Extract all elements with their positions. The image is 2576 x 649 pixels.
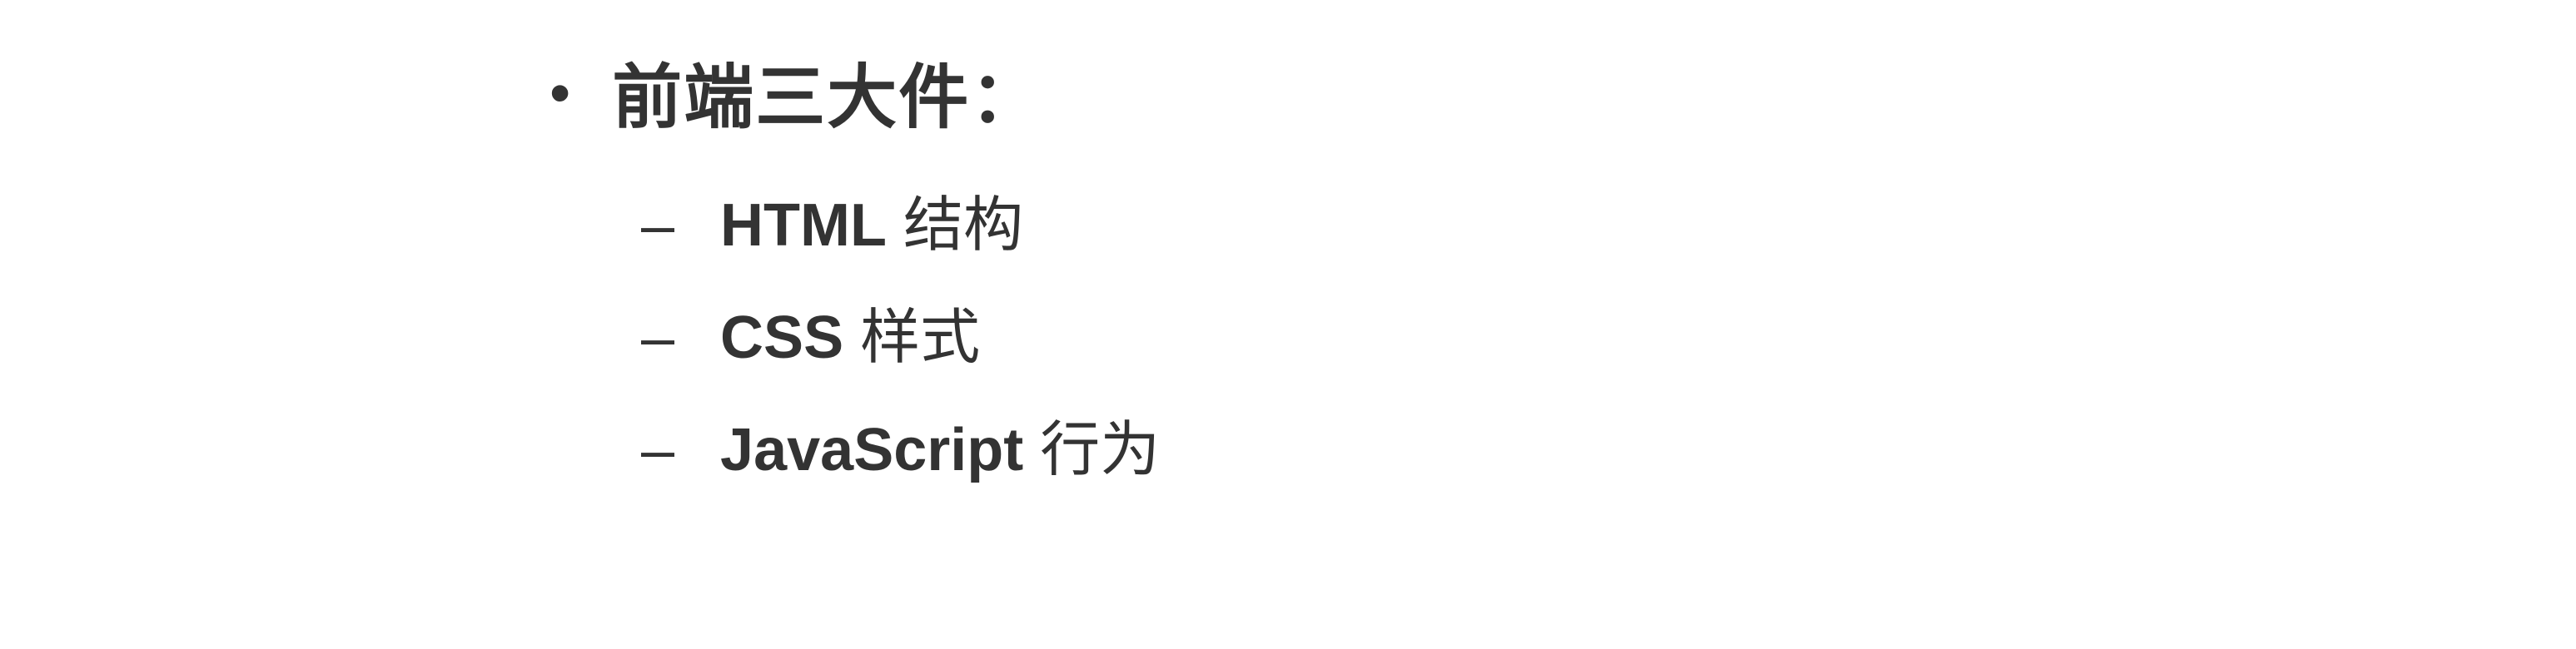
sub-list-item: – JavaScript 行为 bbox=[641, 400, 1160, 488]
sub-item-rest: 行为 bbox=[1023, 417, 1160, 483]
sub-item-bold: HTML bbox=[720, 192, 887, 259]
sub-item-text: HTML 结构 bbox=[720, 176, 1023, 263]
sub-item-rest: 样式 bbox=[843, 305, 980, 371]
sub-list: – HTML 结构 – CSS 样式 – JavaScript 行为 bbox=[641, 176, 1160, 488]
bullet-icon: • bbox=[550, 63, 570, 123]
sub-item-bold: JavaScript bbox=[720, 417, 1023, 483]
sub-item-text: JavaScript 行为 bbox=[720, 400, 1160, 488]
bullet-list-content: • 前端三大件： – HTML 结构 – CSS 样式 – JavaScript… bbox=[550, 42, 1160, 513]
main-list-item: • 前端三大件： bbox=[550, 42, 1160, 142]
sub-item-rest: 结构 bbox=[887, 192, 1023, 259]
sub-item-text: CSS 样式 bbox=[720, 288, 980, 375]
dash-icon: – bbox=[641, 416, 674, 484]
dash-icon: – bbox=[641, 191, 674, 260]
sub-list-item: – CSS 样式 bbox=[641, 288, 1160, 375]
dash-icon: – bbox=[641, 304, 674, 372]
main-item-text: 前端三大件： bbox=[612, 42, 1042, 142]
sub-list-item: – HTML 结构 bbox=[641, 176, 1160, 263]
sub-item-bold: CSS bbox=[720, 305, 843, 371]
